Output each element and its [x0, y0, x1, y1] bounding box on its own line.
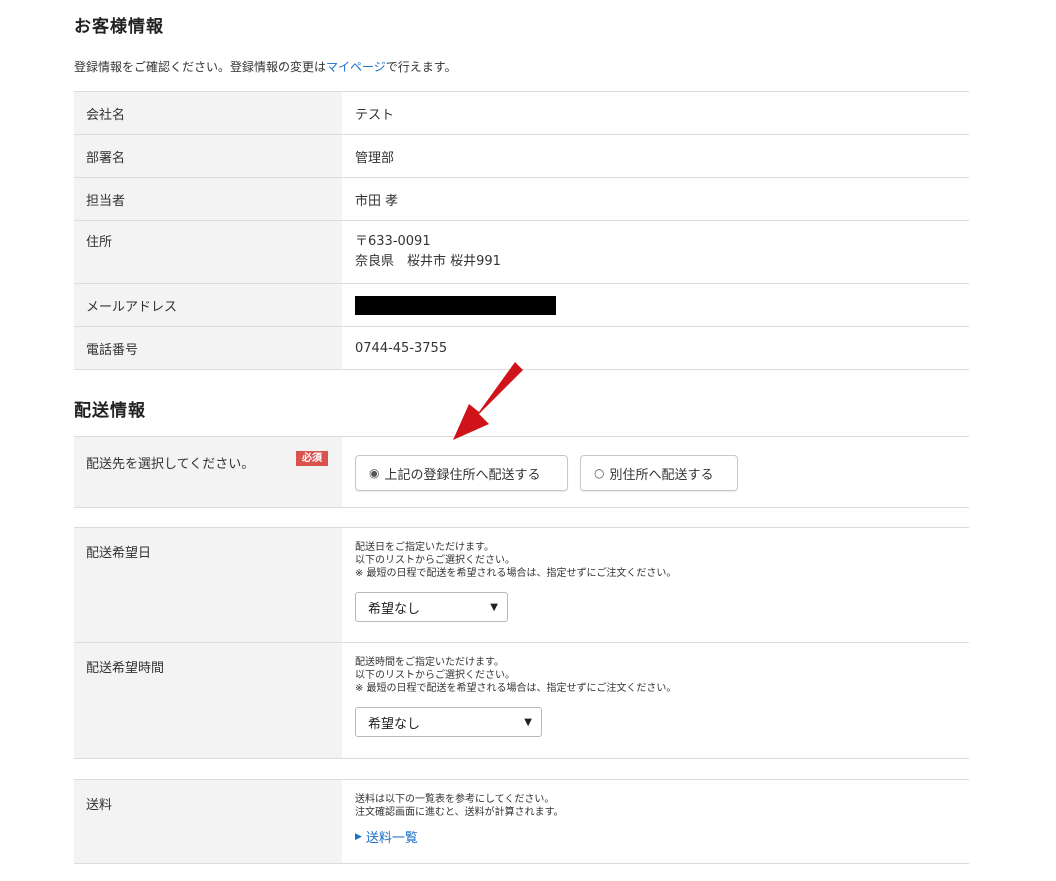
table-row: 配送先を選択してください。 必須 ◉ 上記の登録住所へ配送する ○ 別住所へ配送…: [74, 437, 969, 508]
department-label: 部署名: [74, 135, 342, 177]
table-row: 担当者 市田 孝: [74, 178, 969, 221]
chevron-down-icon: ▼: [524, 716, 532, 728]
other-address-option-label: 別住所へ配送する: [609, 467, 714, 483]
mypage-link[interactable]: マイページ: [326, 60, 386, 74]
shipping-fee-help-1: 送料は以下の一覧表を参考にしてください。: [355, 794, 555, 805]
shipping-fee-cell: 送料は以下の一覧表を参考にしてください。 注文確認画面に進むと、送料が計算されま…: [342, 780, 969, 863]
registered-address-option-label: 上記の登録住所へ配送する: [384, 467, 541, 483]
table-row: 住所 〒633-0091 奈良県 桜井市 桜井991: [74, 221, 969, 284]
delivery-time-cell: 配送時間をご指定いただけます。 以下のリストからご選択ください。 ※ 最短の日程…: [342, 643, 969, 758]
chevron-down-icon: ▼: [490, 601, 498, 613]
delivery-date-label: 配送希望日: [74, 528, 342, 642]
phone-label: 電話番号: [74, 327, 342, 369]
contact-person-label: 担当者: [74, 178, 342, 220]
shipping-fee-list-link[interactable]: ▶ 送料一覧: [355, 827, 956, 846]
address-label: 住所: [74, 221, 342, 283]
shipping-destination-table: 配送先を選択してください。 必須 ◉ 上記の登録住所へ配送する ○ 別住所へ配送…: [74, 436, 969, 508]
table-row: 配送希望日 配送日をご指定いただけます。 以下のリストからご選択ください。 ※ …: [74, 528, 969, 643]
table-row: 部署名 管理部: [74, 135, 969, 178]
destination-options: ◉ 上記の登録住所へ配送する ○ 別住所へ配送する: [342, 437, 969, 507]
postal-code: 〒633-0091: [355, 234, 431, 249]
department-value: 管理部: [355, 150, 395, 166]
note-text: 登録情報をご確認ください。登録情報の変更は: [74, 60, 327, 74]
destination-label-text: 配送先を選択してください。: [86, 457, 255, 472]
delivery-date-cell: 配送日をご指定いただけます。 以下のリストからご選択ください。 ※ 最短の日程で…: [342, 528, 969, 642]
shipping-fee-list-link-text: 送料一覧: [365, 831, 418, 846]
shipping-fee-label: 送料: [74, 780, 342, 863]
delivery-time-label: 配送希望時間: [74, 643, 342, 758]
radio-selected-icon: ◉: [369, 466, 380, 480]
email-label: メールアドレス: [74, 284, 342, 326]
phone-value: 0744-45-3755: [355, 340, 448, 356]
delivery-time-help-2: 以下のリストからご選択ください。: [355, 670, 515, 681]
delivery-time-help-1: 配送時間をご指定いただけます。: [355, 657, 504, 668]
note-text-end: で行えます。: [385, 60, 457, 74]
delivery-date-help-3: ※ 最短の日程で配送を希望される場合は、指定せずにご注文ください。: [355, 568, 677, 579]
required-badge: 必須: [296, 451, 328, 466]
annotation-arrow-icon: [453, 362, 523, 440]
delivery-date-help-2: 以下のリストからご選択ください。: [355, 555, 515, 566]
delivery-time-help-3: ※ 最短の日程で配送を希望される場合は、指定せずにご注文ください。: [355, 683, 677, 694]
delivery-date-help-1: 配送日をご指定いただけます。: [355, 542, 494, 553]
other-address-option[interactable]: ○ 別住所へ配送する: [580, 455, 738, 491]
delivery-date-select[interactable]: 希望なし ▼: [355, 592, 508, 622]
shipping-fee-help-2: 注文確認画面に進むと、送料が計算されます。: [355, 807, 564, 818]
radio-unselected-icon: ○: [594, 466, 605, 480]
delivery-date-selected: 希望なし: [368, 601, 421, 617]
table-row: 送料 送料は以下の一覧表を参考にしてください。 注文確認画面に進むと、送料が計算…: [74, 780, 969, 864]
company-label: 会社名: [74, 92, 342, 134]
customer-info-note: 登録情報をご確認ください。登録情報の変更はマイページで行えます。: [74, 58, 457, 75]
contact-person-value: 市田 孝: [355, 193, 399, 209]
company-value: テスト: [355, 107, 395, 123]
delivery-time-select[interactable]: 希望なし ▼: [355, 707, 542, 737]
delivery-time-selected: 希望なし: [368, 716, 421, 732]
table-row: メールアドレス: [74, 284, 969, 327]
address-line: 奈良県 桜井市 桜井991: [355, 254, 501, 269]
customer-info-title: お客様情報: [74, 17, 164, 37]
email-value: [342, 284, 969, 326]
registered-address-option[interactable]: ◉ 上記の登録住所へ配送する: [355, 455, 568, 491]
table-row: 配送希望時間 配送時間をご指定いただけます。 以下のリストからご選択ください。 …: [74, 643, 969, 759]
address-value: 〒633-0091 奈良県 桜井市 桜井991: [342, 221, 969, 283]
destination-label: 配送先を選択してください。 必須: [74, 437, 342, 507]
triangle-right-icon: ▶: [355, 831, 362, 842]
shipping-fee-table: 送料 送料は以下の一覧表を参考にしてください。 注文確認画面に進むと、送料が計算…: [74, 779, 969, 864]
redacted-email: [355, 295, 556, 315]
delivery-preference-table: 配送希望日 配送日をご指定いただけます。 以下のリストからご選択ください。 ※ …: [74, 527, 969, 759]
table-row: 会社名 テスト: [74, 92, 969, 135]
shipping-info-title: 配送情報: [74, 401, 146, 421]
customer-info-table: 会社名 テスト 部署名 管理部 担当者 市田 孝 住所 〒633-0091 奈良…: [74, 91, 969, 370]
